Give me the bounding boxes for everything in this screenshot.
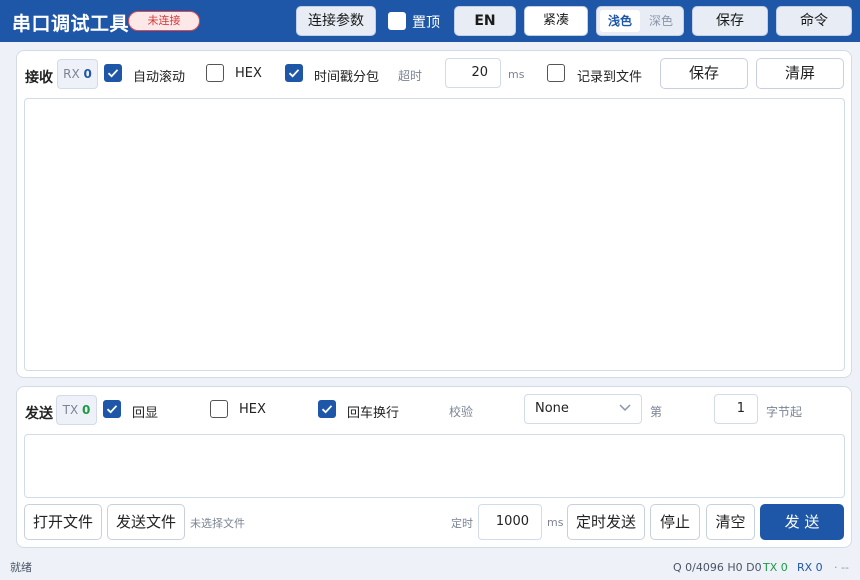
title-bar: 串口调试工具 未连接 连接参数 置顶 EN 紧凑 浅色 深色 保存 命令 [0,0,860,42]
echo-label: 回显 [132,406,159,421]
theme-light-option[interactable]: 浅色 [600,10,640,32]
checksum-label: 校验 [449,405,474,419]
language-button[interactable]: EN [454,6,516,36]
timestamp-split-label: 时间戳分包 [314,70,380,85]
pin-top-label: 置顶 [412,15,440,31]
receive-output-area[interactable] [24,98,845,371]
compact-button[interactable]: 紧凑 [524,6,588,36]
append-newline-label: 回车换行 [347,406,400,421]
connection-status-badge: 未连接 [128,11,200,31]
auto-scroll-checkbox[interactable] [104,64,122,82]
check-icon [106,405,118,414]
status-message: 就绪 [10,561,32,574]
app-title: 串口调试工具 [12,13,130,35]
rx-status: RX 0 [797,561,823,574]
theme-toggle: 浅色 深色 [596,6,684,36]
selected-file-label: 未选择文件 [190,517,245,530]
checksum-select[interactable]: None [524,394,642,424]
timer-label: 定时 [451,517,473,530]
queue-status: Q 0/4096 H0 D0 [673,561,762,574]
clear-send-button[interactable]: 清空 [706,504,755,540]
send-input-area[interactable] [24,434,845,498]
auto-scroll-label: 自动滚动 [133,70,186,85]
send-hex-checkbox[interactable] [210,400,228,418]
send-hex-label: HEX [239,402,266,417]
send-panel: 发送 TX 0 回显 HEX 回车换行 校验 None 第 1 字节起 打开文件… [16,386,852,548]
log-to-file-checkbox[interactable] [547,64,565,82]
rx-counter: RX 0 [57,59,98,89]
timestamp-split-checkbox[interactable] [285,64,303,82]
byte-suffix-label: 字节起 [766,405,803,419]
echo-checkbox[interactable] [103,400,121,418]
command-button[interactable]: 命令 [776,6,852,36]
timeout-input[interactable]: 20 [445,58,501,88]
check-icon [107,69,119,78]
byte-prefix-label: 第 [650,405,663,419]
rx-counter-value: 0 [83,67,92,81]
timer-interval-input[interactable]: 1000 [478,504,542,540]
timeout-label: 超时 [398,69,423,83]
check-icon [321,405,333,414]
receive-title: 接收 [25,70,53,86]
stop-button[interactable]: 停止 [650,504,700,540]
append-newline-checkbox[interactable] [318,400,336,418]
send-file-button[interactable]: 发送文件 [107,504,185,540]
receive-panel: 接收 RX 0 自动滚动 HEX 时间戳分包 超时 20 ms 记录到文件 保存… [16,50,852,378]
timeout-unit: ms [508,68,525,81]
tx-counter: TX 0 [56,395,97,425]
checksum-select-value: None [535,401,569,416]
extra-status: · -- [834,561,849,574]
rx-counter-label: RX [63,67,80,81]
receive-hex-checkbox[interactable] [206,64,224,82]
toolbar-save-button[interactable]: 保存 [692,6,768,36]
tx-status: TX 0 [763,561,788,574]
receive-hex-label: HEX [235,66,262,81]
timed-send-button[interactable]: 定时发送 [567,504,645,540]
chevron-down-icon [619,404,631,412]
log-to-file-label: 记录到文件 [577,70,643,85]
send-title: 发送 [25,406,53,422]
check-icon [288,69,300,78]
clear-screen-button[interactable]: 清屏 [756,58,844,89]
timer-unit: ms [547,516,564,529]
connect-params-button[interactable]: 连接参数 [296,6,376,36]
theme-dark-option[interactable]: 深色 [641,10,681,32]
status-bar: 就绪 Q 0/4096 H0 D0 TX 0 RX 0 · -- [0,556,860,580]
receive-save-button[interactable]: 保存 [660,58,748,89]
tx-counter-value: 0 [82,403,91,417]
pin-top-checkbox[interactable] [388,12,406,30]
send-button[interactable]: 发 送 [760,504,844,540]
open-file-button[interactable]: 打开文件 [24,504,102,540]
tx-counter-label: TX [62,403,79,417]
byte-offset-input[interactable]: 1 [714,394,758,424]
